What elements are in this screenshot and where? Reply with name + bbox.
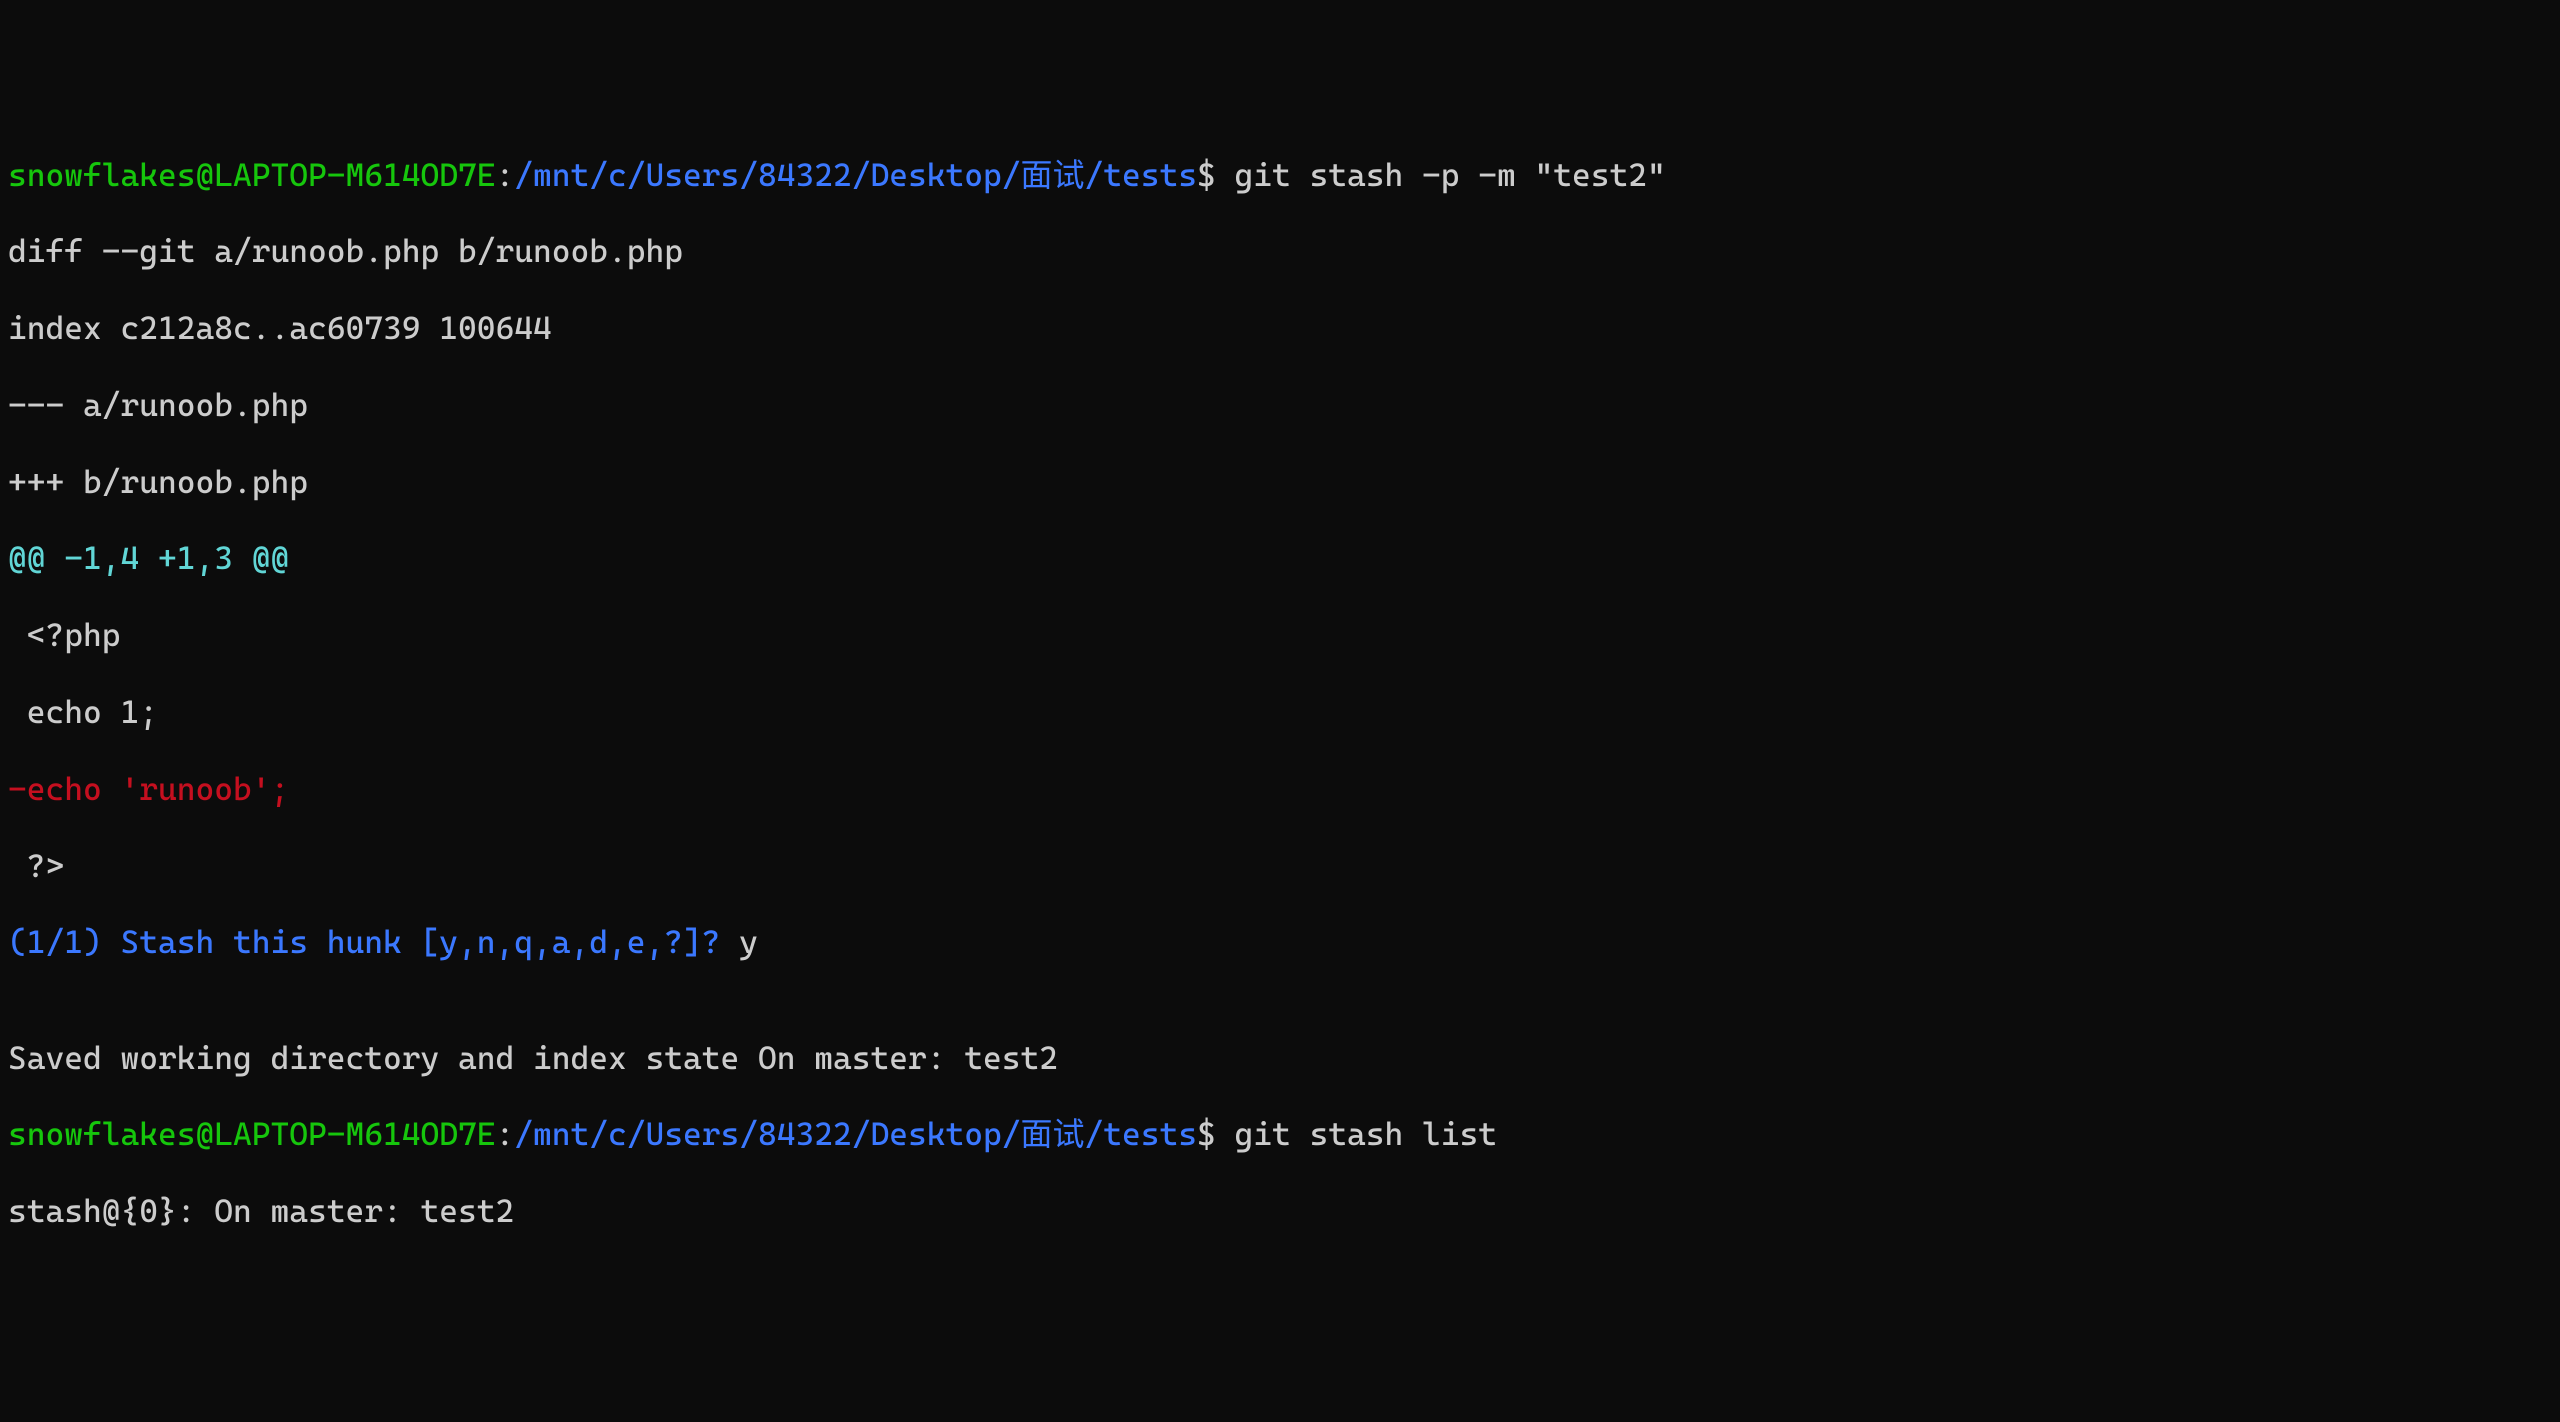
diff-old-file-line: --- a/runoob.php [8,386,2552,424]
diff-header-line: diff --git a/runoob.php b/runoob.php [8,232,2552,270]
prompt-colon: : [496,1115,515,1153]
prompt-colon: : [496,156,515,194]
prompt-path: /mnt/c/Users/84322/Desktop/面试/tests [514,156,1197,194]
stash-list-output-line: stash@{0}: On master: test2 [8,1192,2552,1230]
saved-state-line: Saved working directory and index state … [8,1039,2552,1077]
stash-hunk-prompt: (1/1) Stash this hunk [y,n,q,a,d,e,?]? [8,923,739,961]
prompt-dollar: $ [1197,156,1235,194]
command-text: git stash -p -m "test2" [1235,156,1666,194]
stash-hunk-answer: y [739,923,758,961]
diff-context-line: echo 1; [8,693,2552,731]
diff-new-file-line: +++ b/runoob.php [8,463,2552,501]
prompt-user-host: snowflakes@LAPTOP-M614OD7E [8,1115,496,1153]
terminal-line-prompt-1[interactable]: snowflakes@LAPTOP-M614OD7E:/mnt/c/Users/… [8,156,2552,194]
prompt-path: /mnt/c/Users/84322/Desktop/面试/tests [514,1115,1197,1153]
command-text: git stash list [1235,1115,1498,1153]
terminal-line-prompt-2[interactable]: snowflakes@LAPTOP-M614OD7E:/mnt/c/Users/… [8,1115,2552,1153]
stash-hunk-prompt-line[interactable]: (1/1) Stash this hunk [y,n,q,a,d,e,?]? y [8,923,2552,961]
prompt-dollar: $ [1197,1115,1235,1153]
prompt-user-host: snowflakes@LAPTOP-M614OD7E [8,156,496,194]
diff-context-line: <?php [8,616,2552,654]
diff-hunk-header: @@ -1,4 +1,3 @@ [8,539,2552,577]
diff-index-line: index c212a8c..ac60739 100644 [8,309,2552,347]
diff-context-line: ?> [8,847,2552,885]
diff-removed-line: -echo 'runoob'; [8,770,2552,808]
